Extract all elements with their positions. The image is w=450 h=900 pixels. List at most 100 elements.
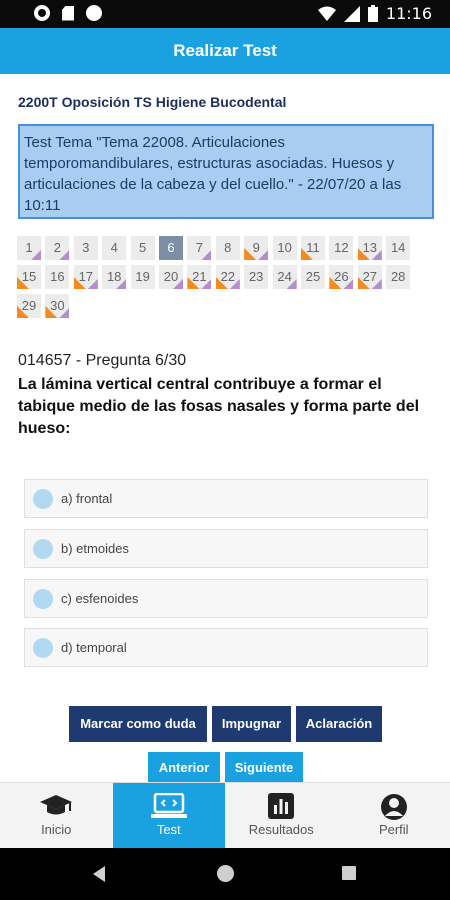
question-nav-cell[interactable]: 21 (187, 265, 212, 289)
laptop-code-icon (150, 793, 187, 818)
home-icon[interactable] (217, 865, 234, 882)
question-nav-cell[interactable]: 7 (187, 236, 212, 260)
wifi-icon (317, 6, 336, 21)
question-number: 12 (334, 240, 349, 255)
nav-item-resultados[interactable]: Resultados (225, 783, 338, 849)
question-nav-cell[interactable]: 2 (45, 236, 70, 260)
question-number: 24 (277, 269, 292, 284)
cell-signal-icon (343, 5, 360, 22)
question-nav-cell[interactable]: 28 (386, 265, 411, 289)
next-button[interactable]: Siguiente (225, 752, 303, 782)
circle-notification-icon (86, 5, 102, 21)
question-nav-cell[interactable]: 25 (301, 265, 325, 289)
recent-apps-icon[interactable] (342, 866, 356, 880)
question-nav-cell[interactable]: 13 (357, 236, 382, 260)
radio-icon[interactable] (33, 588, 53, 609)
settings-gear-icon (34, 5, 50, 21)
question-number: 1 (25, 240, 33, 255)
nav-label: Inicio (41, 822, 72, 837)
question-number: 5 (138, 240, 147, 255)
question-nav-cell[interactable]: 29 (17, 294, 41, 318)
question-nav-cell[interactable]: 10 (272, 236, 297, 260)
question-number: 14 (390, 240, 406, 255)
question-nav-cell[interactable]: 9 (244, 236, 269, 260)
question-nav-cell[interactable]: 11 (301, 236, 325, 260)
question-nav-cell[interactable]: 12 (329, 236, 354, 260)
answer-label: a) frontal (61, 491, 113, 506)
question-nav-cell[interactable]: 16 (45, 265, 70, 289)
question-number: 10 (277, 240, 292, 255)
answer-label: b) etmoides (61, 541, 129, 556)
question-nav-cell[interactable]: 3 (73, 236, 98, 260)
question-number: 30 (50, 298, 65, 313)
question-number: 19 (135, 269, 150, 284)
app-bar-title: Realizar Test (0, 28, 450, 74)
question-number: 6 (167, 240, 175, 255)
clock: 11:16 (385, 4, 432, 23)
question-number: 7 (195, 240, 203, 255)
nav-label: Test (156, 822, 181, 837)
test-description: Test Tema "Tema 22008. Articulaciones te… (18, 124, 434, 219)
question-number: 13 (362, 240, 378, 255)
question-text: La lámina vertical central contribuye a … (18, 376, 420, 437)
question-nav-cell[interactable]: 1 (17, 236, 41, 260)
status-bar: 11:16 (0, 0, 450, 28)
test-name: 2200T Oposición TS Higiene Bucodental (18, 94, 287, 110)
back-icon[interactable] (93, 866, 105, 882)
user-icon (380, 794, 407, 820)
question-nav-cell[interactable]: 24 (272, 265, 297, 289)
nav-item-test[interactable]: Test (112, 783, 225, 849)
radio-icon[interactable] (33, 637, 53, 658)
question-nav-cell[interactable]: 19 (130, 265, 155, 289)
question-nav-cell[interactable]: 17 (73, 265, 98, 289)
question-nav-cell[interactable]: 27 (357, 265, 382, 289)
answer-option-d[interactable]: d) temporal (24, 628, 428, 667)
question-nav-cell[interactable]: 14 (386, 236, 411, 260)
question-nav-cell[interactable]: 5 (130, 236, 155, 260)
question-number: 18 (106, 269, 122, 284)
question-nav-cell[interactable]: 18 (102, 265, 127, 289)
answer-option-b[interactable]: b) etmoides (24, 529, 428, 568)
question-id: 014657 - Pregunta 6/30 (18, 352, 187, 369)
question-nav-cell[interactable]: 30 (45, 294, 70, 318)
battery-icon (367, 5, 378, 22)
question-nav-cell[interactable]: 4 (102, 236, 127, 260)
nav-item-perfil[interactable]: Perfil (338, 783, 450, 849)
question-nav-cell[interactable]: 26 (329, 265, 354, 289)
sd-card-icon (62, 5, 74, 21)
question-number: 29 (21, 298, 37, 313)
question-nav-cell[interactable]: 23 (244, 265, 269, 289)
question-nav-cell[interactable]: 15 (17, 265, 41, 289)
question-number: 21 (192, 269, 207, 284)
nav-item-inicio[interactable]: Inicio (0, 783, 113, 849)
answer-label: c) esfenoides (61, 591, 139, 606)
radio-icon[interactable] (33, 488, 53, 509)
question-nav-cell[interactable]: 20 (159, 265, 183, 289)
nav-label: Resultados (248, 822, 314, 837)
question-nav-cell[interactable]: 22 (215, 265, 240, 289)
question-number: 11 (306, 240, 320, 255)
question-number: 23 (248, 269, 264, 284)
question-number: 2 (53, 240, 61, 255)
question-number: 16 (50, 269, 65, 284)
challenge-button[interactable]: Impugnar (212, 706, 291, 742)
radio-icon[interactable] (33, 538, 53, 559)
answer-option-a[interactable]: a) frontal (24, 479, 428, 518)
graduation-cap-icon (40, 795, 73, 815)
bar-chart-icon (268, 793, 295, 819)
question-nav-cell[interactable]: 8 (215, 236, 240, 260)
question-nav-cell[interactable]: 6 (159, 236, 183, 260)
question-number: 25 (305, 269, 321, 284)
bottom-navigation: Inicio Test Resultados Perfil (0, 782, 450, 849)
question-number: 22 (220, 269, 236, 284)
question-number: 4 (110, 240, 118, 255)
question-number: 9 (252, 240, 260, 255)
mark-doubt-button[interactable]: Marcar como duda (69, 706, 207, 742)
question-number: 8 (224, 240, 232, 255)
clarification-button[interactable]: Aclaración (296, 706, 382, 742)
system-navigation-bar (0, 848, 450, 900)
question-number: 28 (390, 269, 406, 284)
previous-button[interactable]: Anterior (148, 752, 220, 782)
answer-label: d) temporal (61, 640, 127, 655)
answer-option-c[interactable]: c) esfenoides (24, 579, 428, 618)
